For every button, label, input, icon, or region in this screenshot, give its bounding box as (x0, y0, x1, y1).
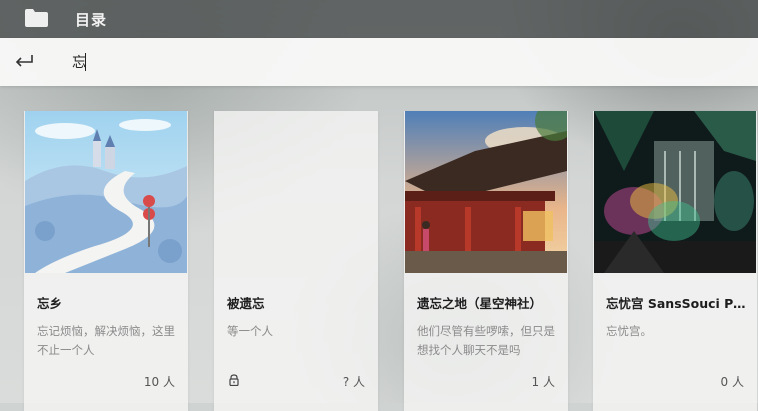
room-thumbnail (25, 111, 187, 273)
room-title: 忘忧宫 SansSouci Palace (606, 296, 748, 311)
room-thumbnail (594, 111, 756, 273)
room-description: 等一个人 (227, 324, 273, 338)
room-card[interactable]: 忘忧宫 SansSouci Palace 忘忧宫。 0 人 (593, 111, 757, 411)
folder-icon[interactable] (25, 9, 48, 27)
room-card[interactable]: 被遗忘 等一个人 ? 人 (214, 111, 378, 411)
search-input[interactable] (72, 50, 672, 74)
member-count: 10 人 (143, 375, 175, 389)
member-count: 0 人 (720, 375, 744, 389)
room-title: 被遗忘 (227, 296, 265, 311)
room-title: 遗忘之地（星空神社） (417, 296, 543, 311)
room-title: 忘乡 (37, 296, 63, 311)
room-description: 忘忧宫。 (606, 324, 652, 338)
directory-title: 目录 (75, 11, 108, 29)
room-card[interactable]: 忘乡 忘记烦恼，解决烦恼，这里不止一个人 10 人 (24, 111, 188, 411)
back-arrow-icon[interactable] (14, 53, 34, 69)
room-description: 忘记烦恼，解决烦恼，这里不止一个人 (37, 324, 175, 357)
lock-icon (229, 374, 239, 386)
room-thumbnail (405, 111, 567, 273)
search-bar (0, 38, 758, 86)
room-description: 他们尽管有些啰嗦，但只是想找个人聊天不是吗 (417, 324, 555, 357)
top-bar: 目录 (0, 0, 758, 38)
member-count: 1 人 (531, 375, 555, 389)
text-caret (85, 53, 86, 71)
member-count: ? 人 (342, 375, 365, 389)
room-card[interactable]: 遗忘之地（星空神社） 他们尽管有些啰嗦，但只是想找个人聊天不是吗 1 人 (404, 111, 568, 411)
